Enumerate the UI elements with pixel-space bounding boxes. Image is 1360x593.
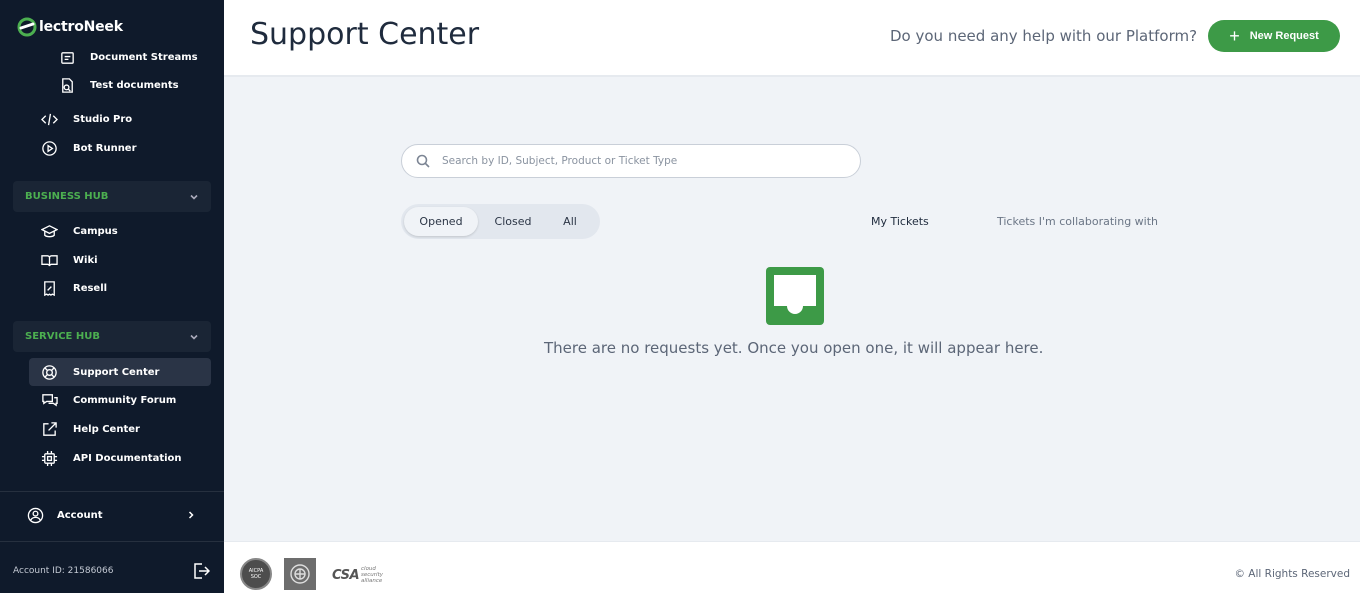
external-link-icon [40,420,58,438]
sidebar-item-label: Resell [73,282,108,294]
filter-opened[interactable]: Opened [404,207,478,236]
book-icon [40,251,58,269]
sidebar-item-label: API Documentation [73,452,182,464]
sidebar: lectroNeek Document Streams Test documen… [0,0,224,593]
logo-text: lectroNeek [39,19,123,35]
section-label: BUSINESS HUB [25,191,109,202]
iso-seal-icon [290,564,310,584]
logo-e-icon [17,17,37,37]
sidebar-item-campus[interactable]: Campus [40,219,118,243]
sidebar-item-label: Test documents [90,79,179,91]
iso-badge [284,558,316,590]
sidebar-item-label: Wiki [73,254,98,266]
graduation-cap-icon [40,222,58,240]
help-question: Do you need any help with our Platform? [890,27,1198,45]
plus-icon: + [1229,26,1240,46]
aicpa-soc-badge: AICPA SOC [240,558,272,590]
tab-collaborating[interactable]: Tickets I'm collaborating with [997,215,1158,228]
sidebar-item-wiki[interactable]: Wiki [40,248,98,272]
sidebar-item-label: Campus [73,225,118,237]
copyright: © All Rights Reserved [1234,568,1350,580]
sidebar-item-label: Help Center [73,423,140,435]
code-icon [40,110,58,128]
sidebar-item-label: Community Forum [73,394,177,406]
chevron-right-icon [188,511,194,519]
chip-icon [40,449,58,467]
sidebar-item-test-documents[interactable]: Test documents [58,73,179,97]
chevron-down-icon [190,334,198,340]
account-id: Account ID: 21586066 [13,566,114,576]
sidebar-item-document-streams[interactable]: Document Streams [58,45,198,69]
lifebuoy-icon [40,363,58,381]
status-filter-group: Opened Closed All [401,204,600,239]
test-document-icon [58,76,76,94]
sidebar-item-label: Support Center [73,366,160,378]
filter-all[interactable]: All [548,207,592,236]
sidebar-item-account[interactable]: Account [26,503,198,527]
empty-inbox-icon [766,267,824,325]
new-request-button[interactable]: + New Request [1208,20,1340,52]
sidebar-item-resell[interactable]: Resell [40,276,107,300]
csa-badge: CSA cloud security alliance [332,566,383,584]
page-footer: AICPA SOC CSA cloud security alliance © … [224,541,1360,593]
search-icon [416,154,430,168]
logout-icon[interactable] [192,562,211,580]
sidebar-item-label: Bot Runner [73,142,137,154]
sidebar-item-bot-runner[interactable]: Bot Runner [40,136,137,160]
user-circle-icon [26,506,44,524]
sidebar-item-community-forum[interactable]: Community Forum [40,388,176,412]
tab-my-tickets[interactable]: My Tickets [871,215,929,228]
search-box[interactable] [401,144,861,178]
filter-closed[interactable]: Closed [478,207,548,236]
chat-bubbles-icon [40,391,58,409]
sidebar-divider [0,541,224,542]
sidebar-divider [0,491,224,492]
new-request-label: New Request [1249,30,1319,42]
sidebar-item-label: Document Streams [90,51,198,63]
receipt-percent-icon [40,279,58,297]
sidebar-item-help-center[interactable]: Help Center [40,417,140,441]
sidebar-item-studio-pro[interactable]: Studio Pro [40,107,132,131]
sidebar-item-support-center[interactable]: Support Center [40,360,159,384]
electroneek-logo[interactable]: lectroNeek [16,14,123,40]
search-input[interactable] [442,155,822,167]
document-stream-icon [58,48,76,66]
sidebar-item-label: Account [57,509,103,521]
sidebar-item-api-documentation[interactable]: API Documentation [40,446,182,470]
empty-state-message: There are no requests yet. Once you open… [544,339,1044,357]
section-label: SERVICE HUB [25,331,100,342]
chevron-down-icon [190,194,198,200]
service-hub-section[interactable]: SERVICE HUB [13,321,211,352]
page-header: Support Center Do you need any help with… [224,0,1360,77]
page-title: Support Center [250,17,480,52]
business-hub-section[interactable]: BUSINESS HUB [13,181,211,212]
play-circle-icon [40,139,58,157]
sidebar-item-label: Studio Pro [73,113,133,125]
